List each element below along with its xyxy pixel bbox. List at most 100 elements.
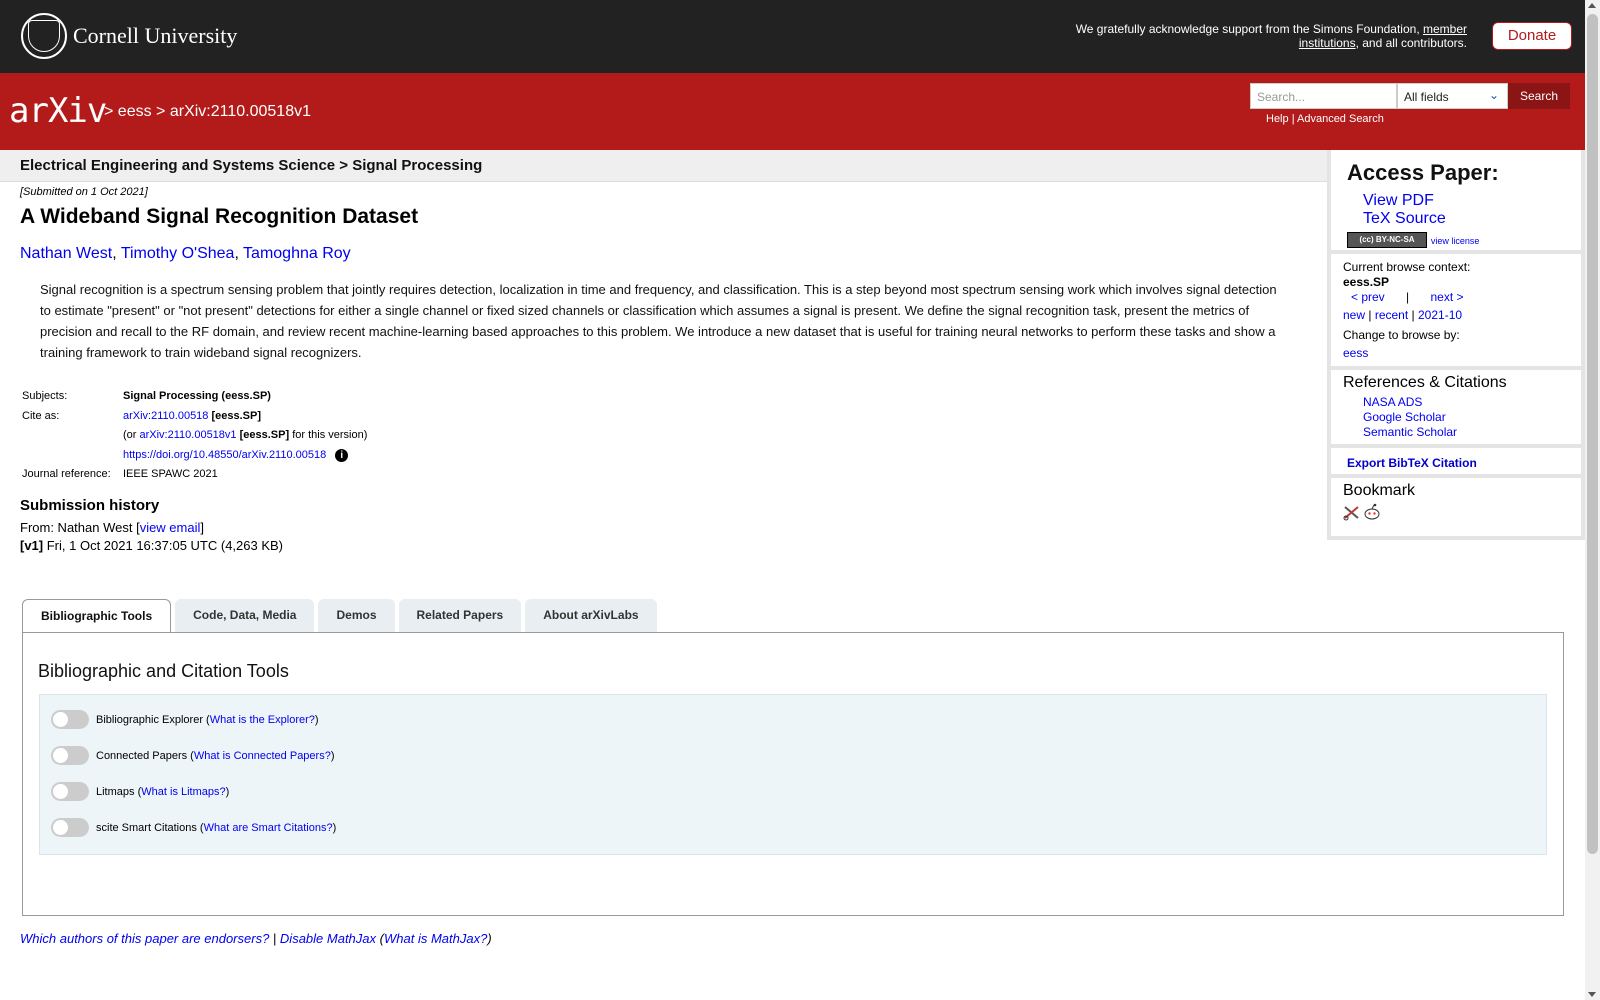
scrollbar-thumb[interactable] [1587, 14, 1598, 854]
history-version: [v1] Fri, 1 Oct 2021 16:37:05 UTC (4,263… [20, 538, 1320, 553]
disable-mathjax-link[interactable]: Disable MathJax [280, 931, 376, 946]
tab-about-arxivlabs[interactable]: About arXivLabs [525, 599, 657, 632]
what-is-mathjax-link[interactable]: What is MathJax? [384, 931, 487, 946]
breadcrumb-eess[interactable]: eess [118, 103, 152, 120]
cite-tag: [eess.SP] [211, 409, 262, 422]
advanced-search-link[interactable]: Advanced Search [1297, 113, 1384, 125]
support-suffix: , and all contributors. [1355, 36, 1467, 50]
semantic-scholar-link[interactable]: Semantic Scholar [1363, 425, 1457, 439]
tool-info-link[interactable]: What is Litmaps? [141, 786, 225, 798]
new-link[interactable]: new [1343, 308, 1365, 322]
scissors-bookmark-icon[interactable] [1343, 503, 1361, 521]
view-email-link[interactable]: view email [140, 520, 201, 535]
doi-link[interactable]: https://doi.org/10.48550/arXiv.2110.0051… [123, 449, 326, 461]
author-separator: , [112, 245, 121, 262]
search-field-select[interactable]: All fields ⌄ [1397, 83, 1508, 109]
prev-link[interactable]: < prev [1351, 290, 1385, 304]
bookmark-heading: Bookmark [1343, 482, 1416, 499]
breadcrumb-paper-id: arXiv:2110.00518v1 [169, 103, 311, 120]
history-from-prefix: From: Nathan West [ [20, 519, 140, 535]
donate-button[interactable]: Donate [1492, 22, 1572, 50]
next-link[interactable]: next > [1431, 290, 1464, 304]
browse-eess-link[interactable]: eess [1343, 346, 1368, 360]
info-icon[interactable]: i [335, 448, 349, 462]
tool-info-link[interactable]: What is the Explorer? [210, 714, 315, 726]
cornell-logo[interactable]: Cornell University [21, 13, 237, 59]
arxiv-header: arXiv > eess > arXiv:2110.00518v1 Search… [0, 73, 1585, 150]
browse-context: Current browse context: eess.SP < prev |… [1331, 254, 1581, 370]
cite-label: Cite as: [22, 409, 60, 422]
tab-related-papers[interactable]: Related Papers [398, 599, 522, 632]
nav-separator: | [1411, 308, 1415, 322]
search-button[interactable]: Search [1508, 83, 1570, 109]
month-link[interactable]: 2021-10 [1418, 308, 1462, 322]
subjects-value: Signal Processing (eess.SP) [123, 390, 271, 402]
scroll-down-icon[interactable] [1588, 992, 1596, 997]
tab-demos[interactable]: Demos [318, 599, 395, 632]
submitted-date: [Submitted on 1 Oct 2021] [20, 186, 148, 198]
author-link[interactable]: Nathan West [20, 245, 112, 262]
toggle-switch[interactable] [51, 710, 89, 729]
version-tag: [eess.SP] [239, 429, 290, 441]
nav-separator: | [1368, 308, 1372, 322]
history-version-label: [v1] [20, 537, 44, 553]
export-bibtex: Export BibTeX Citation [1331, 448, 1581, 478]
references-citations: References & Citations NASA ADS Google S… [1331, 370, 1581, 448]
toggle-switch[interactable] [51, 782, 89, 801]
toggle-switch[interactable] [51, 818, 89, 837]
reddit-icon[interactable] [1363, 503, 1381, 521]
nav-separator: | [1406, 290, 1410, 304]
tool-label: Bibliographic Explorer [96, 713, 203, 726]
toggle-switch[interactable] [51, 746, 89, 765]
bookmark-section: Bookmark [1331, 478, 1581, 525]
search-links: Help | Advanced Search [1266, 113, 1384, 125]
scrollbar[interactable] [1585, 0, 1600, 1000]
panel-title: Bibliographic and Citation Tools [38, 661, 289, 681]
support-prefix: We gratefully acknowledge support from t… [1075, 22, 1423, 36]
search-field-value: All fields [1404, 90, 1449, 104]
google-scholar-link[interactable]: Google Scholar [1363, 410, 1446, 424]
tool-row: Bibliographic Explorer (What is the Expl… [51, 710, 319, 729]
support-text: We gratefully acknowledge support from t… [1047, 22, 1467, 50]
references-heading: References & Citations [1343, 374, 1507, 391]
history-version-detail: Fri, 1 Oct 2021 16:37:05 UTC (4,263 KB) [43, 537, 284, 553]
context-value: eess.SP [1343, 275, 1390, 289]
paper-title: A Wideband Signal Recognition Dataset [20, 205, 419, 228]
cornell-seal-icon [21, 13, 67, 59]
version-id-link[interactable]: arXiv:2110.00518v1 [140, 429, 237, 441]
footer-links: Which authors of this paper are endorser… [20, 931, 492, 946]
tool-info-link[interactable]: What are Smart Citations? [204, 822, 333, 834]
search-input[interactable]: Search... [1250, 83, 1397, 109]
scroll-up-icon[interactable] [1588, 3, 1596, 8]
tool-label: scite Smart Citations [96, 821, 197, 834]
tool-label: Litmaps [96, 785, 135, 798]
abstract: Signal recognition is a spectrum sensing… [40, 282, 1277, 360]
journal-label: Journal reference: [22, 468, 111, 480]
arxiv-logo[interactable]: arXiv [9, 91, 107, 131]
version-prefix: (or [123, 429, 140, 441]
author-link[interactable]: Tamoghna Roy [243, 245, 351, 262]
cornell-name: Cornell University [73, 23, 238, 48]
author-separator: , [234, 245, 244, 262]
nasa-ads-link[interactable]: NASA ADS [1363, 395, 1422, 409]
view-pdf-link[interactable]: View PDF [1363, 192, 1434, 209]
context-label: Current browse context: [1343, 260, 1471, 274]
version-suffix: for this version) [289, 429, 368, 441]
author-link[interactable]: Timothy O'Shea [121, 245, 235, 262]
recent-link[interactable]: recent [1375, 308, 1408, 322]
tool-info-link[interactable]: What is Connected Papers? [194, 750, 331, 762]
tab-bibliographic-tools[interactable]: Bibliographic Tools [22, 599, 172, 633]
export-bibtex-link[interactable]: Export BibTeX Citation [1347, 456, 1477, 470]
cite-id-link[interactable]: arXiv:2110.00518 [123, 410, 208, 422]
endorsers-link[interactable]: Which authors of this paper are endorser… [20, 931, 269, 946]
chevron-down-icon: ⌄ [1488, 88, 1499, 102]
mathjax-paren-close: ) [487, 931, 492, 946]
license-badge-icon[interactable]: (cc) BY-NC-SA [1347, 232, 1427, 249]
tab-code-data-media[interactable]: Code, Data, Media [175, 599, 315, 632]
access-paper: Access Paper: View PDF TeX Source (cc) B… [1331, 150, 1581, 254]
help-link[interactable]: Help [1266, 113, 1289, 125]
view-license-link[interactable]: view license [1431, 236, 1480, 246]
paper-main: [Submitted on 1 Oct 2021] A Wideband Sig… [20, 186, 1320, 553]
tex-source-link[interactable]: TeX Source [1363, 210, 1446, 227]
history-from-suffix: ] [200, 519, 204, 535]
